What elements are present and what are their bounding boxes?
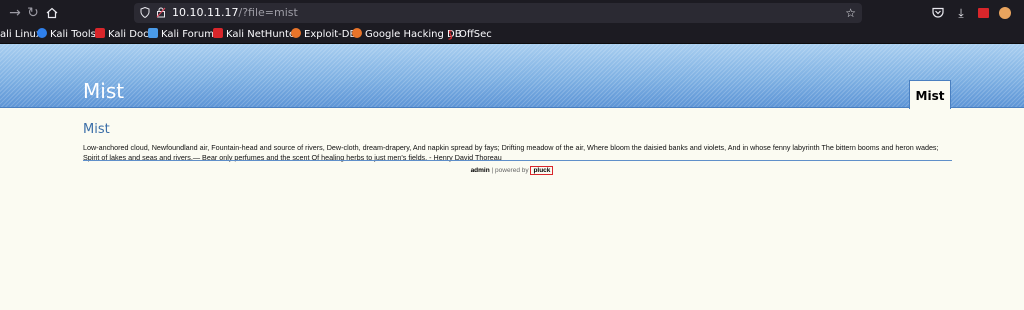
url-bar[interactable]: 10.10.11.17/?file=mist ☆ [134, 3, 862, 23]
bookmark-kali-tools[interactable]: Kali Tools [37, 26, 96, 44]
kali-icon [37, 28, 47, 38]
url-host: 10.10.11.17 [172, 6, 239, 19]
extension-icon[interactable] [974, 4, 992, 22]
offsec-icon: ⟆ [448, 30, 453, 41]
forums-icon [148, 28, 158, 38]
footer-separator: | powered by [489, 167, 531, 174]
exploitdb-icon [291, 28, 301, 38]
bookmark-label: ali Linux [0, 29, 42, 40]
bookmark-label: Exploit-DB [304, 29, 357, 40]
url-text[interactable]: 10.10.11.17/?file=mist [172, 5, 298, 21]
forward-arrow-icon[interactable]: → [6, 4, 24, 22]
ghdb-icon [352, 28, 362, 38]
content-divider [83, 160, 952, 161]
pluck-link[interactable]: pluck [530, 166, 554, 175]
bookmark-google-hacking-db[interactable]: Google Hacking DB [352, 26, 462, 44]
bookmark-kali-nethunter[interactable]: Kali NetHunter [213, 26, 299, 44]
site-title: Mist [83, 79, 125, 103]
bookmark-label: Kali Forums [161, 29, 220, 40]
bookmark-kali-forums[interactable]: Kali Forums [148, 26, 219, 44]
bookmark-label: Kali Docs [108, 29, 154, 40]
bookmark-star-icon[interactable]: ☆ [845, 5, 856, 21]
docs-icon [95, 28, 105, 38]
bookmarks-bar: ali Linux Kali Tools Kali Docs Kali Foru… [0, 26, 1024, 44]
page-heading: Mist [83, 122, 110, 137]
bookmark-kali-docs[interactable]: Kali Docs [95, 26, 154, 44]
bookmark-label: OffSec [459, 29, 492, 40]
web-page: Mist Mist Mist Low-anchored cloud, Newfo… [0, 44, 1024, 310]
bookmark-offsec[interactable]: ⟆ OffSec [448, 26, 492, 44]
pocket-icon[interactable] [929, 4, 947, 22]
admin-link[interactable]: admin [471, 167, 490, 174]
lock-warning-icon[interactable] [153, 5, 169, 21]
shield-icon[interactable] [137, 5, 153, 21]
home-icon[interactable] [43, 4, 61, 22]
browser-toolbar: → ↻ 10.10.11.17/?file=mist ☆ ⤓ [0, 0, 1024, 26]
nethunter-icon [213, 28, 223, 38]
url-path: /?file=mist [238, 6, 298, 19]
bookmark-label: Kali NetHunter [226, 29, 300, 40]
bookmark-label: Kali Tools [50, 29, 96, 40]
bookmark-exploit-db[interactable]: Exploit-DB [291, 26, 356, 44]
site-header: Mist Mist [0, 44, 1024, 109]
nav-tab-mist[interactable]: Mist [909, 80, 951, 109]
profile-avatar-icon[interactable] [996, 4, 1014, 22]
bookmark-kali-linux[interactable]: ali Linux [0, 26, 42, 44]
reload-icon[interactable]: ↻ [24, 4, 42, 22]
page-footer: admin | powered by pluck [0, 166, 1024, 175]
download-icon[interactable]: ⤓ [952, 4, 970, 22]
